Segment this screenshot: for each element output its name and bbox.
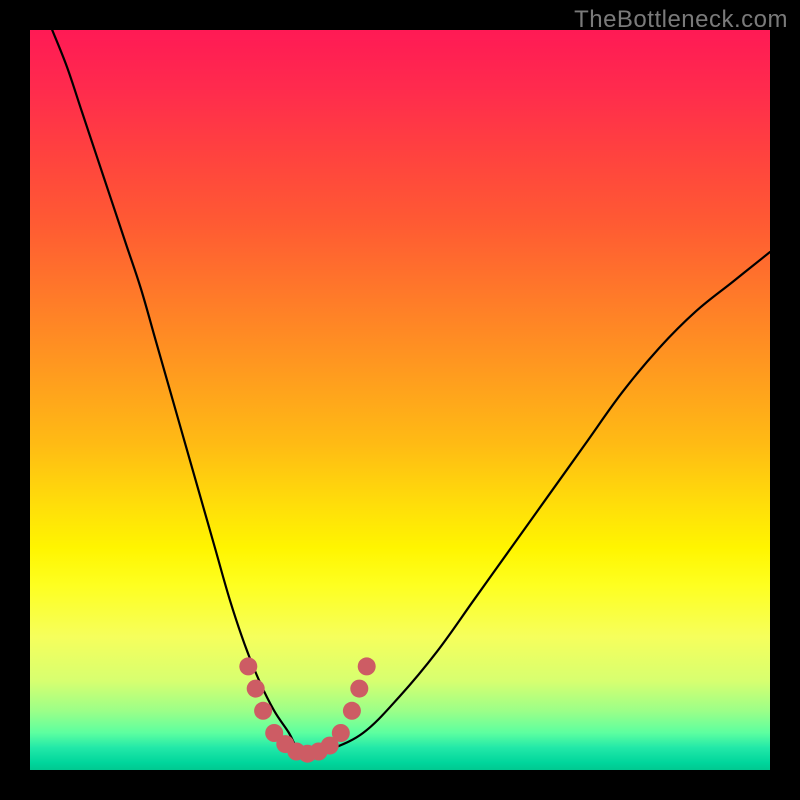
curve-marker	[343, 702, 361, 720]
curve-marker	[239, 657, 257, 675]
plot-svg	[30, 30, 770, 770]
curve-markers	[239, 657, 375, 762]
curve-marker	[358, 657, 376, 675]
chart-frame: TheBottleneck.com	[0, 0, 800, 800]
bottleneck-curve	[52, 30, 770, 759]
curve-marker	[247, 680, 265, 698]
curve-marker	[350, 680, 368, 698]
plot-area	[30, 30, 770, 770]
watermark-text: TheBottleneck.com	[574, 6, 788, 34]
curve-marker	[332, 724, 350, 742]
curve-marker	[254, 702, 272, 720]
